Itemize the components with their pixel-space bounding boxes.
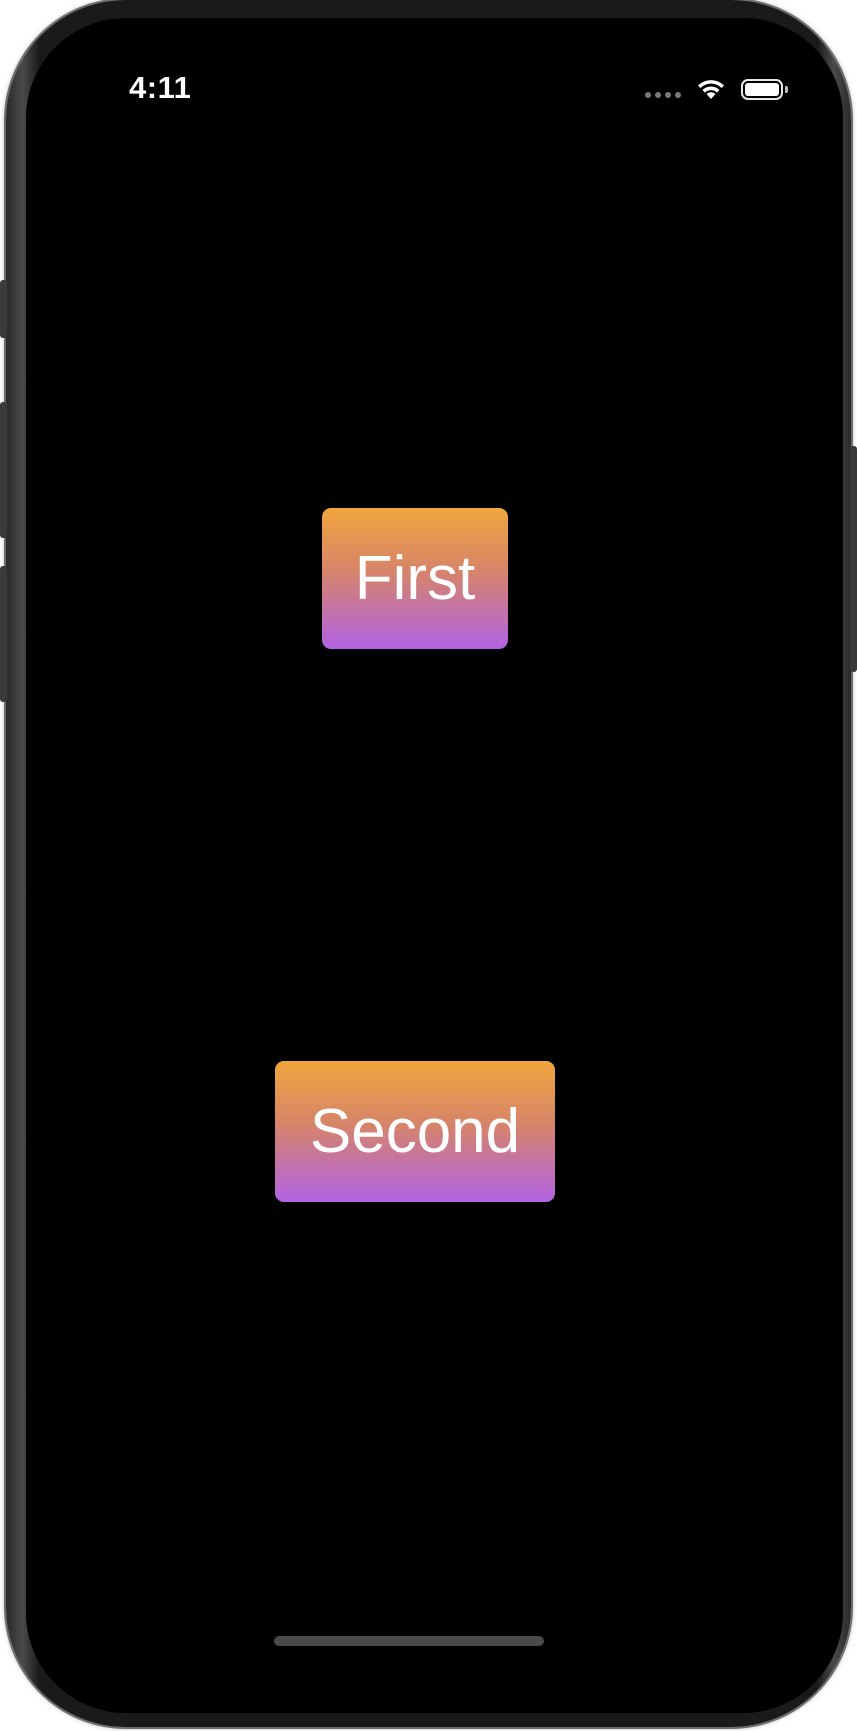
volume-up-button: [0, 402, 7, 538]
screen: 4:11: [26, 18, 843, 1713]
home-indicator[interactable]: [274, 1636, 544, 1646]
silent-switch: [0, 280, 7, 338]
first-button[interactable]: First: [322, 508, 508, 649]
volume-down-button: [0, 566, 7, 702]
second-button[interactable]: Second: [275, 1061, 555, 1202]
status-icons: [645, 74, 788, 104]
battery-icon: [741, 78, 788, 100]
power-button: [850, 446, 857, 672]
wifi-icon: [698, 80, 724, 99]
device-frame: 4:11 First Second: [0, 0, 857, 1727]
signal-dots-icon: [645, 92, 681, 98]
status-time: 4:11: [129, 70, 192, 105]
